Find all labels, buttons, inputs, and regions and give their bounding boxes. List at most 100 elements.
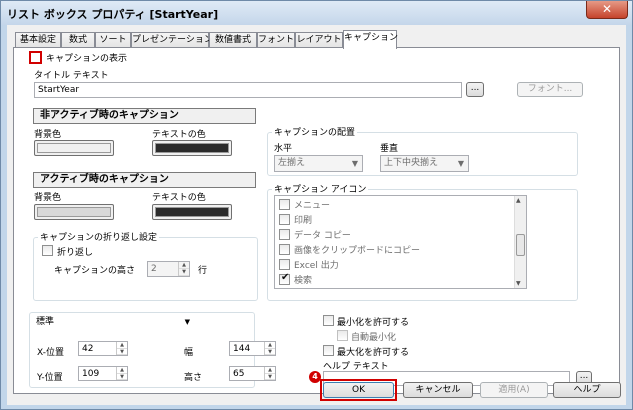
active-caption-heading: アクティブ時のキャプション (33, 172, 256, 188)
height-input[interactable]: 65 ▲ ▼ (229, 366, 276, 381)
icon-option-checkbox[interactable] (279, 229, 290, 240)
tab-presentation[interactable]: プレゼンテーション (131, 32, 213, 48)
position-mode-value: 標準 (36, 317, 55, 327)
vertical-align-value: 上下中央揃え (384, 158, 439, 168)
dialog-client: 基本設定 数式 ソート プレゼンテーション 数値書式 フォント レイアウト キャ… (7, 25, 626, 405)
inactive-text-label: テキストの色 (152, 130, 206, 140)
allow-maximize-checkbox[interactable] (323, 345, 334, 356)
x-position-spinner[interactable]: ▲ ▼ (116, 342, 127, 355)
tab-general[interactable]: 基本設定 (15, 32, 61, 48)
horizontal-align-value: 左揃え (278, 158, 306, 168)
close-button[interactable]: ✕ (586, 1, 628, 19)
width-value: 144 (233, 344, 251, 354)
chevron-down-icon: ▼ (351, 159, 358, 168)
y-position-label: Y-位置 (37, 373, 63, 383)
list-item-label: データ コピー (294, 231, 351, 241)
wrap-checkbox-label: 折り返し (57, 248, 94, 258)
tab-font[interactable]: フォント (257, 32, 295, 48)
list-item-label: 検索 (294, 276, 313, 286)
font-button[interactable]: フォント... (517, 82, 583, 97)
caption-tab-panel: キャプションの表示 タイトル テキスト StartYear ... フォント..… (13, 47, 620, 394)
icon-option-checkbox[interactable] (279, 244, 290, 255)
icons-list-scrollbar[interactable]: ▲ ▼ (514, 196, 526, 288)
active-bg-color-button[interactable] (34, 204, 114, 220)
icon-option-checkbox[interactable] (279, 214, 290, 225)
active-bg-label: 背景色 (34, 193, 62, 203)
width-label: 幅 (184, 348, 194, 358)
inactive-text-swatch (155, 143, 229, 153)
icon-option-checkbox[interactable] (279, 199, 290, 210)
list-item[interactable]: ✔ 検索 (279, 272, 313, 287)
allow-minimize-label: 最小化を許可する (337, 318, 410, 328)
x-position-label: X-位置 (37, 348, 64, 358)
window-title: リスト ボックス プロパティ [StartYear] (7, 8, 219, 21)
show-caption-label: キャプションの表示 (46, 54, 128, 64)
y-position-spinner[interactable]: ▲ ▼ (116, 367, 127, 380)
y-position-value: 109 (82, 369, 100, 379)
inactive-bg-swatch (37, 143, 111, 153)
active-text-color-button[interactable] (152, 204, 232, 220)
list-item-label: Excel 出力 (294, 261, 339, 271)
vertical-align-select[interactable]: 上下中央揃え ▼ (380, 155, 469, 172)
ok-button[interactable]: OK (323, 382, 394, 398)
list-item-label: 印刷 (294, 216, 313, 226)
inactive-text-color-button[interactable] (152, 140, 232, 156)
chevron-down-icon: ▼ (184, 318, 190, 326)
wrap-checkbox[interactable] (42, 245, 53, 256)
inactive-bg-label: 背景色 (34, 130, 62, 140)
list-item-label: 画像をクリップボードにコピー (294, 246, 421, 256)
title-bar: リスト ボックス プロパティ [StartYear] ✕ (1, 1, 632, 25)
height-value: 65 (233, 369, 245, 379)
apply-button[interactable]: 適用(A) (480, 382, 548, 398)
tab-sort[interactable]: ソート (95, 32, 131, 48)
title-text-expression-button[interactable]: ... (466, 82, 484, 97)
horizontal-label: 水平 (274, 144, 293, 154)
cancel-button[interactable]: キャンセル (403, 382, 473, 398)
scroll-down-icon[interactable]: ▼ (516, 280, 521, 287)
active-text-label: テキストの色 (152, 193, 206, 203)
caption-icons-group-label: キャプション アイコン (272, 182, 369, 195)
active-text-swatch (155, 207, 229, 217)
chevron-down-icon: ▼ (457, 159, 464, 168)
icon-option-checkbox[interactable] (279, 259, 290, 270)
list-item[interactable]: メニュー (279, 198, 330, 212)
caption-height-spinner[interactable]: ▲ ▼ (178, 262, 189, 276)
height-label: 高さ (184, 373, 203, 383)
show-caption-checkbox[interactable] (29, 51, 42, 64)
list-item[interactable]: 画像をクリップボードにコピー (279, 243, 420, 257)
caption-height-value: 2 (151, 264, 157, 274)
width-input[interactable]: 144 ▲ ▼ (229, 341, 276, 356)
dialog-window: リスト ボックス プロパティ [StartYear] ✕ 基本設定 数式 ソート… (0, 0, 633, 410)
icon-option-checkbox[interactable]: ✔ (279, 272, 290, 285)
y-position-input[interactable]: 109 ▲ ▼ (78, 366, 128, 381)
help-button[interactable]: ヘルプ (553, 382, 621, 398)
tab-expressions[interactable]: 数式 (61, 32, 95, 48)
tab-number[interactable]: 数値書式 (209, 32, 257, 48)
auto-minimize-checkbox[interactable] (337, 330, 348, 341)
caption-wrap-group-label: キャプションの折り返し設定 (38, 230, 160, 243)
caption-height-input[interactable]: 2 ▲ ▼ (147, 261, 190, 277)
inactive-bg-color-button[interactable] (34, 140, 114, 156)
list-item[interactable]: データ コピー (279, 228, 351, 242)
scroll-thumb[interactable] (516, 234, 525, 256)
width-spinner[interactable]: ▲ ▼ (264, 342, 275, 355)
tab-layout[interactable]: レイアウト (295, 32, 343, 48)
height-spinner[interactable]: ▲ ▼ (264, 367, 275, 380)
vertical-label: 垂直 (380, 144, 399, 154)
caption-height-label: キャプションの高さ (54, 266, 136, 276)
tab-caption[interactable]: キャプション (343, 30, 398, 49)
list-item-label: メニュー (294, 201, 331, 211)
inactive-caption-heading: 非アクティブ時のキャプション (33, 108, 256, 124)
horizontal-align-select[interactable]: 左揃え ▼ (274, 155, 363, 172)
list-item[interactable]: Excel 出力 (279, 258, 339, 272)
active-bg-swatch (37, 207, 111, 217)
caption-icons-list[interactable]: メニュー 印刷 データ コピー 画像をクリップボードにコピー Excel 出力 … (274, 195, 527, 289)
title-text-label: タイトル テキスト (34, 71, 109, 81)
scroll-up-icon[interactable]: ▲ (516, 197, 521, 204)
list-item[interactable]: 印刷 (279, 213, 312, 227)
caption-height-unit: 行 (198, 266, 208, 276)
title-text-input[interactable]: StartYear (34, 82, 462, 98)
x-position-input[interactable]: 42 ▲ ▼ (78, 341, 128, 356)
allow-minimize-checkbox[interactable] (323, 315, 334, 326)
position-mode-select[interactable]: 標準 ▼ (34, 315, 190, 330)
